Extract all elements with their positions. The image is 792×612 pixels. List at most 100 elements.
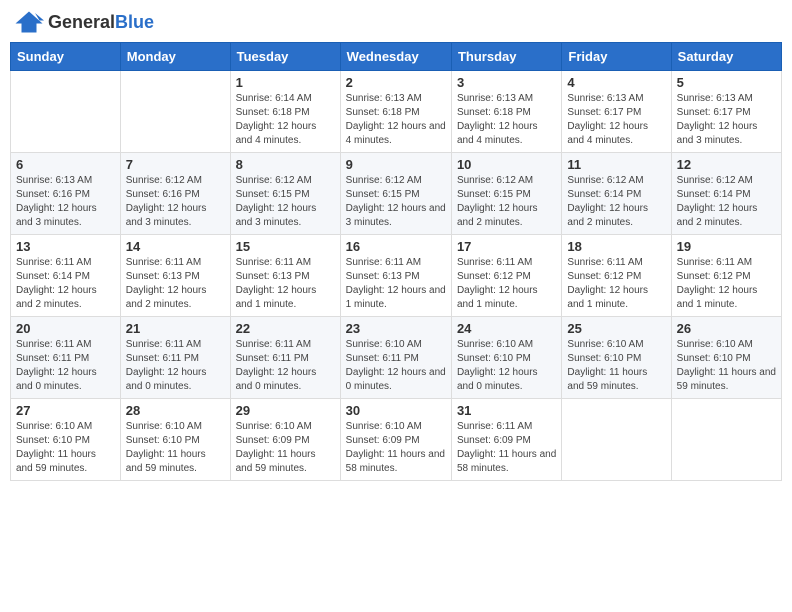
calendar-cell: 1 Sunrise: 6:14 AM Sunset: 6:18 PM Daylig… — [230, 71, 340, 153]
week-row-1: 6 Sunrise: 6:13 AM Sunset: 6:16 PM Daylig… — [11, 153, 782, 235]
day-number: 27 — [16, 403, 115, 418]
weekday-header-thursday: Thursday — [451, 43, 561, 71]
day-info: Sunrise: 6:13 AM Sunset: 6:17 PM Dayligh… — [567, 92, 665, 148]
calendar-cell — [11, 71, 121, 153]
day-info: Sunrise: 6:12 AM Sunset: 6:16 PM Dayligh… — [126, 174, 225, 230]
day-number: 13 — [16, 239, 115, 254]
day-number: 2 — [346, 75, 446, 90]
calendar-cell: 6 Sunrise: 6:13 AM Sunset: 6:16 PM Daylig… — [11, 153, 121, 235]
week-row-0: 1 Sunrise: 6:14 AM Sunset: 6:18 PM Daylig… — [11, 71, 782, 153]
day-info: Sunrise: 6:11 AM Sunset: 6:12 PM Dayligh… — [567, 256, 665, 312]
day-number: 29 — [236, 403, 335, 418]
calendar-cell: 17 Sunrise: 6:11 AM Sunset: 6:12 PM Dayli… — [451, 235, 561, 317]
calendar-cell: 29 Sunrise: 6:10 AM Sunset: 6:09 PM Dayli… — [230, 399, 340, 481]
day-info: Sunrise: 6:11 AM Sunset: 6:12 PM Dayligh… — [457, 256, 556, 312]
day-info: Sunrise: 6:11 AM Sunset: 6:11 PM Dayligh… — [16, 338, 115, 394]
page-header: GeneralBlue — [10, 10, 782, 34]
day-info: Sunrise: 6:13 AM Sunset: 6:18 PM Dayligh… — [457, 92, 556, 148]
day-number: 10 — [457, 157, 556, 172]
day-info: Sunrise: 6:12 AM Sunset: 6:15 PM Dayligh… — [346, 174, 446, 230]
day-number: 15 — [236, 239, 335, 254]
day-number: 14 — [126, 239, 225, 254]
day-info: Sunrise: 6:12 AM Sunset: 6:15 PM Dayligh… — [236, 174, 335, 230]
calendar-cell: 7 Sunrise: 6:12 AM Sunset: 6:16 PM Daylig… — [120, 153, 230, 235]
calendar-cell: 20 Sunrise: 6:11 AM Sunset: 6:11 PM Dayli… — [11, 317, 121, 399]
day-number: 5 — [677, 75, 776, 90]
day-number: 19 — [677, 239, 776, 254]
calendar-cell: 25Sunrise: 6:10 AM Sunset: 6:10 PM Dayli… — [562, 317, 671, 399]
day-number: 4 — [567, 75, 665, 90]
calendar-cell: 26 Sunrise: 6:10 AM Sunset: 6:10 PM Dayli… — [671, 317, 781, 399]
calendar-cell: 9 Sunrise: 6:12 AM Sunset: 6:15 PM Daylig… — [340, 153, 451, 235]
day-number: 31 — [457, 403, 556, 418]
day-number: 18 — [567, 239, 665, 254]
logo-blue: Blue — [115, 12, 154, 32]
day-number: 22 — [236, 321, 335, 336]
weekday-header-sunday: Sunday — [11, 43, 121, 71]
day-info: Sunrise: 6:11 AM Sunset: 6:09 PM Dayligh… — [457, 420, 556, 476]
day-info: Sunrise: 6:12 AM Sunset: 6:15 PM Dayligh… — [457, 174, 556, 230]
calendar-cell: 12Sunrise: 6:12 AM Sunset: 6:14 PM Dayli… — [671, 153, 781, 235]
day-number: 30 — [346, 403, 446, 418]
day-number: 20 — [16, 321, 115, 336]
day-number: 17 — [457, 239, 556, 254]
calendar-cell — [671, 399, 781, 481]
day-info: Sunrise: 6:10 AM Sunset: 6:09 PM Dayligh… — [346, 420, 446, 476]
day-info: Sunrise: 6:14 AM Sunset: 6:18 PM Dayligh… — [236, 92, 335, 148]
calendar-cell: 24Sunrise: 6:10 AM Sunset: 6:10 PM Dayli… — [451, 317, 561, 399]
day-info: Sunrise: 6:10 AM Sunset: 6:10 PM Dayligh… — [677, 338, 776, 394]
day-number: 1 — [236, 75, 335, 90]
day-info: Sunrise: 6:10 AM Sunset: 6:10 PM Dayligh… — [567, 338, 665, 394]
day-number: 8 — [236, 157, 335, 172]
week-row-3: 20 Sunrise: 6:11 AM Sunset: 6:11 PM Dayli… — [11, 317, 782, 399]
day-info: Sunrise: 6:12 AM Sunset: 6:14 PM Dayligh… — [567, 174, 665, 230]
day-number: 12 — [677, 157, 776, 172]
calendar-cell: 3 Sunrise: 6:13 AM Sunset: 6:18 PM Daylig… — [451, 71, 561, 153]
day-info: Sunrise: 6:11 AM Sunset: 6:11 PM Dayligh… — [236, 338, 335, 394]
calendar-cell: 5Sunrise: 6:13 AM Sunset: 6:17 PM Daylig… — [671, 71, 781, 153]
day-number: 28 — [126, 403, 225, 418]
calendar-cell: 2Sunrise: 6:13 AM Sunset: 6:18 PM Daylig… — [340, 71, 451, 153]
day-info: Sunrise: 6:11 AM Sunset: 6:13 PM Dayligh… — [236, 256, 335, 312]
logo-general: General — [48, 12, 115, 32]
day-number: 16 — [346, 239, 446, 254]
calendar-cell: 27 Sunrise: 6:10 AM Sunset: 6:10 PM Dayli… — [11, 399, 121, 481]
day-number: 24 — [457, 321, 556, 336]
day-info: Sunrise: 6:11 AM Sunset: 6:13 PM Dayligh… — [346, 256, 446, 312]
calendar-table: SundayMondayTuesdayWednesdayThursdayFrid… — [10, 42, 782, 481]
calendar-cell: 21Sunrise: 6:11 AM Sunset: 6:11 PM Dayli… — [120, 317, 230, 399]
day-number: 6 — [16, 157, 115, 172]
day-info: Sunrise: 6:11 AM Sunset: 6:13 PM Dayligh… — [126, 256, 225, 312]
day-number: 9 — [346, 157, 446, 172]
logo-icon — [14, 10, 44, 34]
day-info: Sunrise: 6:10 AM Sunset: 6:09 PM Dayligh… — [236, 420, 335, 476]
calendar-cell: 8 Sunrise: 6:12 AM Sunset: 6:15 PM Daylig… — [230, 153, 340, 235]
logo-text: GeneralBlue — [48, 12, 154, 33]
weekday-header-monday: Monday — [120, 43, 230, 71]
day-number: 11 — [567, 157, 665, 172]
calendar-cell: 30 Sunrise: 6:10 AM Sunset: 6:09 PM Dayli… — [340, 399, 451, 481]
day-info: Sunrise: 6:10 AM Sunset: 6:11 PM Dayligh… — [346, 338, 446, 394]
day-info: Sunrise: 6:10 AM Sunset: 6:10 PM Dayligh… — [16, 420, 115, 476]
calendar-cell — [120, 71, 230, 153]
calendar-cell: 22 Sunrise: 6:11 AM Sunset: 6:11 PM Dayli… — [230, 317, 340, 399]
day-number: 26 — [677, 321, 776, 336]
day-info: Sunrise: 6:11 AM Sunset: 6:11 PM Dayligh… — [126, 338, 225, 394]
calendar-cell: 23 Sunrise: 6:10 AM Sunset: 6:11 PM Dayli… — [340, 317, 451, 399]
day-info: Sunrise: 6:13 AM Sunset: 6:16 PM Dayligh… — [16, 174, 115, 230]
weekday-header-row: SundayMondayTuesdayWednesdayThursdayFrid… — [11, 43, 782, 71]
day-info: Sunrise: 6:11 AM Sunset: 6:12 PM Dayligh… — [677, 256, 776, 312]
day-number: 7 — [126, 157, 225, 172]
day-number: 23 — [346, 321, 446, 336]
weekday-header-wednesday: Wednesday — [340, 43, 451, 71]
weekday-header-friday: Friday — [562, 43, 671, 71]
day-number: 3 — [457, 75, 556, 90]
weekday-header-saturday: Saturday — [671, 43, 781, 71]
calendar-cell: 10 Sunrise: 6:12 AM Sunset: 6:15 PM Dayli… — [451, 153, 561, 235]
calendar-cell: 4 Sunrise: 6:13 AM Sunset: 6:17 PM Daylig… — [562, 71, 671, 153]
weekday-header-tuesday: Tuesday — [230, 43, 340, 71]
calendar-cell: 14 Sunrise: 6:11 AM Sunset: 6:13 PM Dayli… — [120, 235, 230, 317]
day-info: Sunrise: 6:10 AM Sunset: 6:10 PM Dayligh… — [126, 420, 225, 476]
calendar-cell: 19 Sunrise: 6:11 AM Sunset: 6:12 PM Dayli… — [671, 235, 781, 317]
logo: GeneralBlue — [14, 10, 154, 34]
